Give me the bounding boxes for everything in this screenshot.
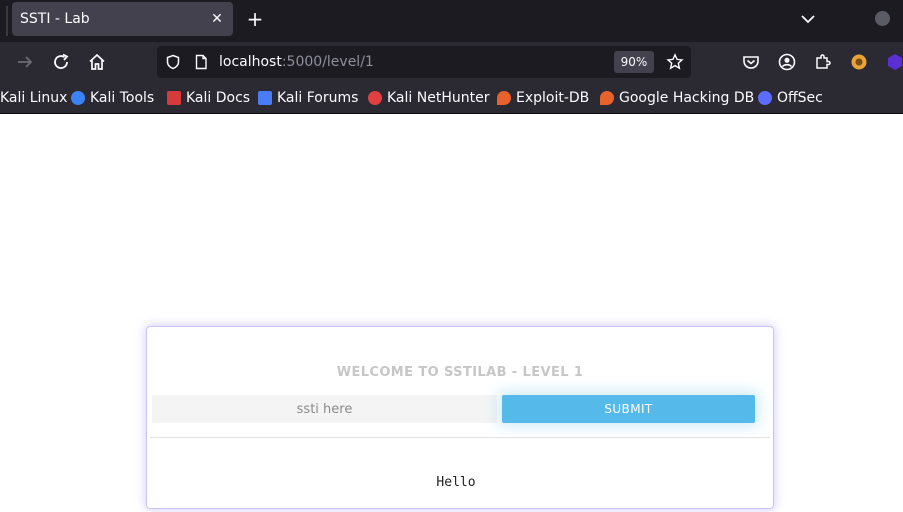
bookmark-google-hacking-db[interactable]: Google Hacking DB — [600, 88, 754, 108]
plus-icon[interactable]: + — [243, 8, 267, 32]
bookmark-label: Kali Linux — [0, 90, 68, 106]
bookmark-label: Google Hacking DB — [619, 90, 755, 106]
bookmark-offsec[interactable]: OffSec — [758, 88, 823, 108]
account-icon[interactable] — [777, 52, 797, 72]
pocket-icon[interactable] — [741, 52, 761, 72]
exploit-db-icon — [497, 91, 511, 105]
url-host: localhost — [219, 54, 282, 70]
bookmark-label: Exploit-DB — [516, 90, 590, 106]
tab-strip: SSTI - Lab ✕ + — [0, 0, 903, 42]
star-icon[interactable] — [666, 53, 684, 71]
url-path: :5000/level/1 — [281, 54, 374, 70]
ssti-input[interactable] — [152, 395, 497, 423]
account-icon[interactable] — [875, 11, 890, 26]
url-text[interactable]: localhost:5000/level/1 — [219, 54, 374, 70]
result-output: Hello — [436, 475, 476, 490]
bookmark-kali-linux[interactable]: Kali Linux — [0, 88, 67, 108]
navigation-toolbar: localhost:5000/level/1 90% — [0, 42, 903, 82]
ssti-lab-card: WELCOME TO SSTILAB - LEVEL 1 SUBMIT Hell… — [147, 327, 773, 508]
kali-tools-icon — [71, 91, 85, 105]
extensions-icon[interactable] — [813, 52, 833, 72]
bookmark-label: Kali Tools — [90, 90, 155, 106]
bookmark-label: Kali Forums — [277, 90, 359, 106]
divider — [150, 437, 770, 438]
kali-docs-icon — [167, 91, 181, 105]
chevron-down-icon[interactable] — [798, 9, 818, 29]
kali-forums-icon — [258, 91, 272, 105]
offsec-icon — [758, 91, 772, 105]
shield-icon[interactable] — [165, 54, 181, 70]
home-icon[interactable] — [87, 52, 107, 72]
tab-edge — [6, 6, 8, 36]
page-title: WELCOME TO SSTILAB - LEVEL 1 — [336, 365, 584, 380]
bookmark-exploit-db[interactable]: Exploit-DB — [497, 88, 589, 108]
bookmark-label: Kali Docs — [186, 90, 251, 106]
bookmark-label: Kali NetHunter — [387, 90, 490, 106]
forward-arrow-icon[interactable] — [15, 52, 35, 72]
ghdb-icon — [600, 91, 614, 105]
bookmark-kali-docs[interactable]: Kali Docs — [167, 88, 250, 108]
bookmark-kali-tools[interactable]: Kali Tools — [71, 88, 154, 108]
bookmark-label: OffSec — [777, 90, 823, 106]
zoom-level-badge[interactable]: 90% — [614, 51, 654, 73]
url-bar[interactable]: localhost:5000/level/1 90% — [157, 46, 691, 78]
active-tab[interactable]: SSTI - Lab ✕ — [12, 2, 233, 36]
nethunter-icon — [368, 91, 382, 105]
close-icon[interactable]: ✕ — [207, 9, 227, 29]
submit-button[interactable]: SUBMIT — [502, 395, 755, 423]
extension-icon[interactable] — [885, 52, 903, 72]
reload-icon[interactable] — [51, 52, 71, 72]
page-icon[interactable] — [193, 54, 209, 70]
tab-title: SSTI - Lab — [20, 11, 90, 27]
bookmark-kali-nethunter[interactable]: Kali NetHunter — [368, 88, 489, 108]
foxyproxy-extension-icon[interactable] — [849, 52, 869, 72]
bookmark-kali-forums[interactable]: Kali Forums — [258, 88, 358, 108]
bookmarks-toolbar: Kali Linux Kali Tools Kali Docs Kali For… — [0, 82, 903, 114]
